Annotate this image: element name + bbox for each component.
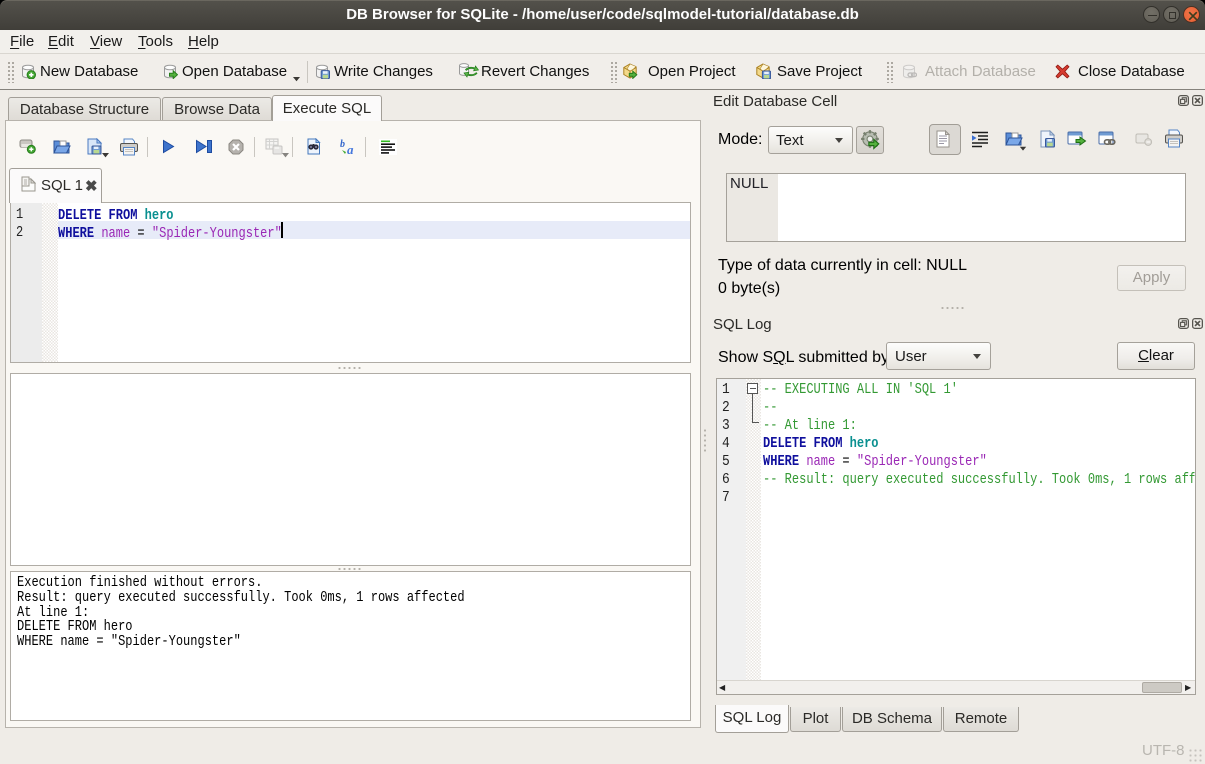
svg-text:b: b [340,139,345,150]
svg-text:a: a [347,142,354,156]
